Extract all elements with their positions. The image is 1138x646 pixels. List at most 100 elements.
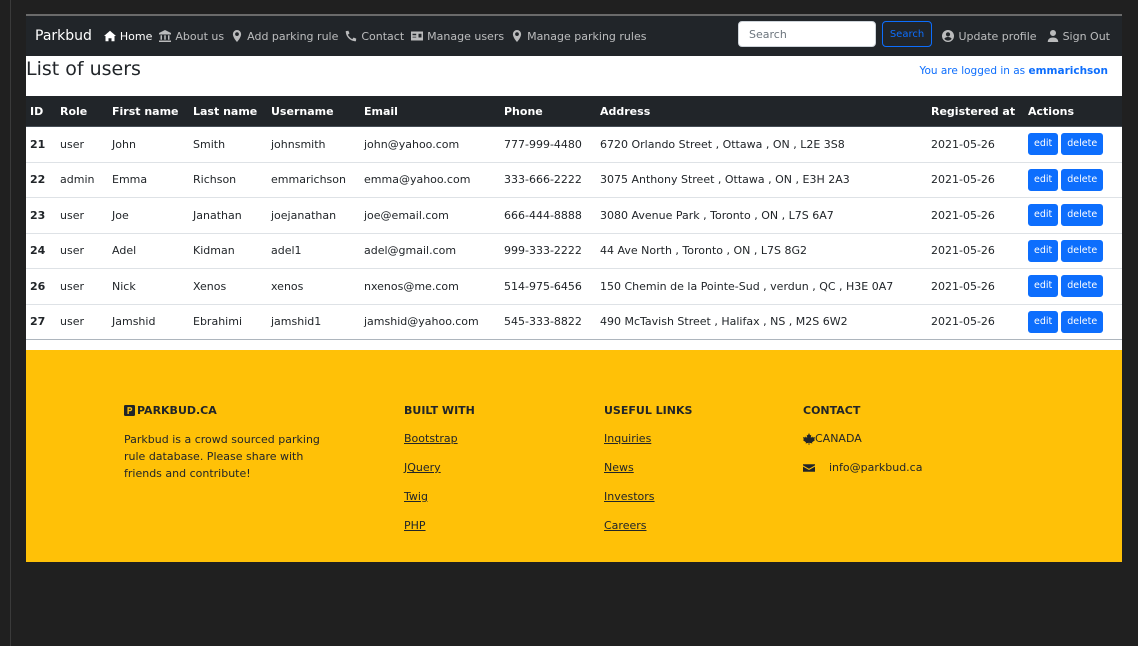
edit-button[interactable]: edit (1028, 204, 1059, 227)
cell-email: jamshid@yahoo.com (355, 304, 495, 340)
footer: PARKBUD.CA Parkbud is a crowd sourced pa… (26, 350, 1122, 562)
envelope-icon (803, 463, 815, 472)
cell-role: user (50, 268, 101, 305)
edit-button[interactable]: edit (1028, 239, 1059, 262)
footer-link-twig[interactable]: Twig (404, 489, 475, 504)
footer-email-text[interactable]: info@parkbud.ca (829, 460, 922, 475)
id-card-icon (411, 31, 424, 41)
cell-id: 22 (26, 162, 50, 198)
edit-button[interactable]: edit (1028, 133, 1059, 156)
cell-address: 490 McTavish Street , Halifax , NS , M2S… (591, 304, 922, 340)
cell-role: admin (50, 162, 101, 198)
nav-home[interactable]: Home (103, 29, 153, 43)
cell-address: 3080 Avenue Park , Toronto , ON , L7S 6A… (591, 197, 922, 234)
edit-button[interactable]: edit (1028, 168, 1059, 191)
nav-add-parking-rule[interactable]: Add parking rule (231, 30, 338, 43)
logged-in-status: You are logged in as emmarichson (919, 65, 1108, 77)
edit-button[interactable]: edit (1028, 310, 1059, 333)
delete-button[interactable]: delete (1061, 310, 1104, 333)
user-circle-icon (942, 30, 955, 42)
delete-button[interactable]: delete (1061, 204, 1104, 227)
footer-contact-title: CONTACT (803, 404, 861, 417)
search-button[interactable]: Search (882, 21, 932, 47)
cell-email: adel@gmail.com (355, 233, 495, 269)
navbar: Parkbud Home About us Add parking rule C… (26, 16, 1122, 56)
page-title: List of users (26, 58, 141, 80)
cell-id: 24 (26, 233, 50, 269)
nav-home-label: Home (119, 29, 153, 43)
nav-about-label: About us (175, 29, 225, 43)
delete-button[interactable]: delete (1061, 133, 1104, 156)
cell-first-name: Nick (101, 268, 181, 305)
cell-email: joe@email.com (355, 197, 495, 234)
nav-manage-users[interactable]: Manage users (411, 30, 504, 43)
search-input[interactable] (738, 21, 876, 47)
logged-in-username: emmarichson (1028, 65, 1108, 77)
users-table: ID Role First name Last name Username Em… (26, 96, 1122, 340)
cell-address: 6720 Orlando Street , Ottawa , ON , L2E … (591, 126, 922, 163)
delete-button[interactable]: delete (1061, 275, 1104, 298)
nav-manage-parking-rules-label: Manage parking rules (527, 29, 647, 43)
update-profile-link[interactable]: Update profile (942, 29, 1037, 43)
content-spacer (26, 340, 1122, 350)
footer-link-investors[interactable]: Investors (604, 489, 692, 504)
footer-link-inquiries[interactable]: Inquiries (604, 431, 692, 446)
footer-link-jquery[interactable]: JQuery (404, 460, 475, 475)
window-edge (10, 0, 11, 646)
cell-actions: edit delete (1020, 197, 1122, 234)
sign-out-label: Sign Out (1062, 29, 1110, 43)
footer-email: info@parkbud.ca (803, 460, 922, 475)
footer-country: CANADA (803, 431, 922, 446)
footer-link-careers[interactable]: Careers (604, 518, 692, 533)
parking-icon (124, 405, 135, 416)
page: Parkbud Home About us Add parking rule C… (26, 16, 1122, 562)
cell-id: 27 (26, 304, 50, 340)
cell-actions: edit delete (1020, 233, 1122, 269)
footer-link-news[interactable]: News (604, 460, 692, 475)
cell-first-name: John (101, 126, 181, 163)
footer-contact-column: CONTACT CANADA info@parkbud.ca (803, 404, 922, 475)
footer-useful-links-title: USEFUL LINKS (604, 404, 693, 417)
delete-button[interactable]: delete (1061, 239, 1104, 262)
cell-last-name: Smith (181, 126, 260, 163)
column-header-id: ID (26, 96, 50, 127)
cell-phone: 333-666-2222 (495, 162, 591, 198)
user-icon (1047, 30, 1058, 42)
footer-link-php[interactable]: PHP (404, 518, 475, 533)
edit-button[interactable]: edit (1028, 275, 1059, 298)
cell-actions: edit delete (1020, 304, 1122, 340)
cell-role: user (50, 197, 101, 234)
nav-about[interactable]: About us (159, 30, 224, 43)
column-header-role: Role (50, 96, 101, 127)
maple-leaf-icon (803, 432, 815, 445)
footer-brand-title-text: PARKBUD.CA (137, 404, 217, 417)
delete-button[interactable]: delete (1061, 168, 1104, 191)
footer-link-bootstrap[interactable]: Bootstrap (404, 431, 475, 446)
cell-username: xenos (260, 268, 355, 305)
footer-brand-column: PARKBUD.CA Parkbud is a crowd sourced pa… (124, 404, 344, 482)
nav-contact[interactable]: Contact (345, 30, 404, 43)
cell-email: nxenos@me.com (355, 268, 495, 305)
cell-email: emma@yahoo.com (355, 162, 495, 198)
cell-actions: edit delete (1020, 162, 1122, 198)
table-row: 21 user John Smith johnsmith john@yahoo.… (26, 126, 1122, 163)
nav-contact-label: Contact (361, 29, 405, 43)
column-header-actions: Actions (1020, 96, 1122, 127)
cell-address: 44 Ave North , Toronto , ON , L7S 8G2 (591, 233, 922, 269)
nav-manage-parking-rules[interactable]: Manage parking rules (511, 30, 646, 43)
nav-add-parking-rule-label: Add parking rule (247, 29, 339, 43)
cell-last-name: Ebrahimi (181, 304, 260, 340)
cell-last-name: Xenos (181, 268, 260, 305)
table-row: 27 user Jamshid Ebrahimi jamshid1 jamshi… (26, 304, 1122, 340)
page-header: List of users You are logged in as emmar… (26, 56, 1122, 96)
cell-first-name: Jamshid (101, 304, 181, 340)
cell-first-name: Joe (101, 197, 181, 234)
cell-role: user (50, 233, 101, 269)
table-row: 23 user Joe Janathan joejanathan joe@ema… (26, 197, 1122, 234)
logged-in-prefix: You are logged in as (919, 65, 1026, 77)
brand-link[interactable]: Parkbud (35, 28, 92, 44)
cell-registered-at: 2021-05-26 (922, 233, 1020, 269)
cell-id: 23 (26, 197, 50, 234)
update-profile-label: Update profile (958, 29, 1037, 43)
sign-out-link[interactable]: Sign Out (1047, 30, 1110, 43)
